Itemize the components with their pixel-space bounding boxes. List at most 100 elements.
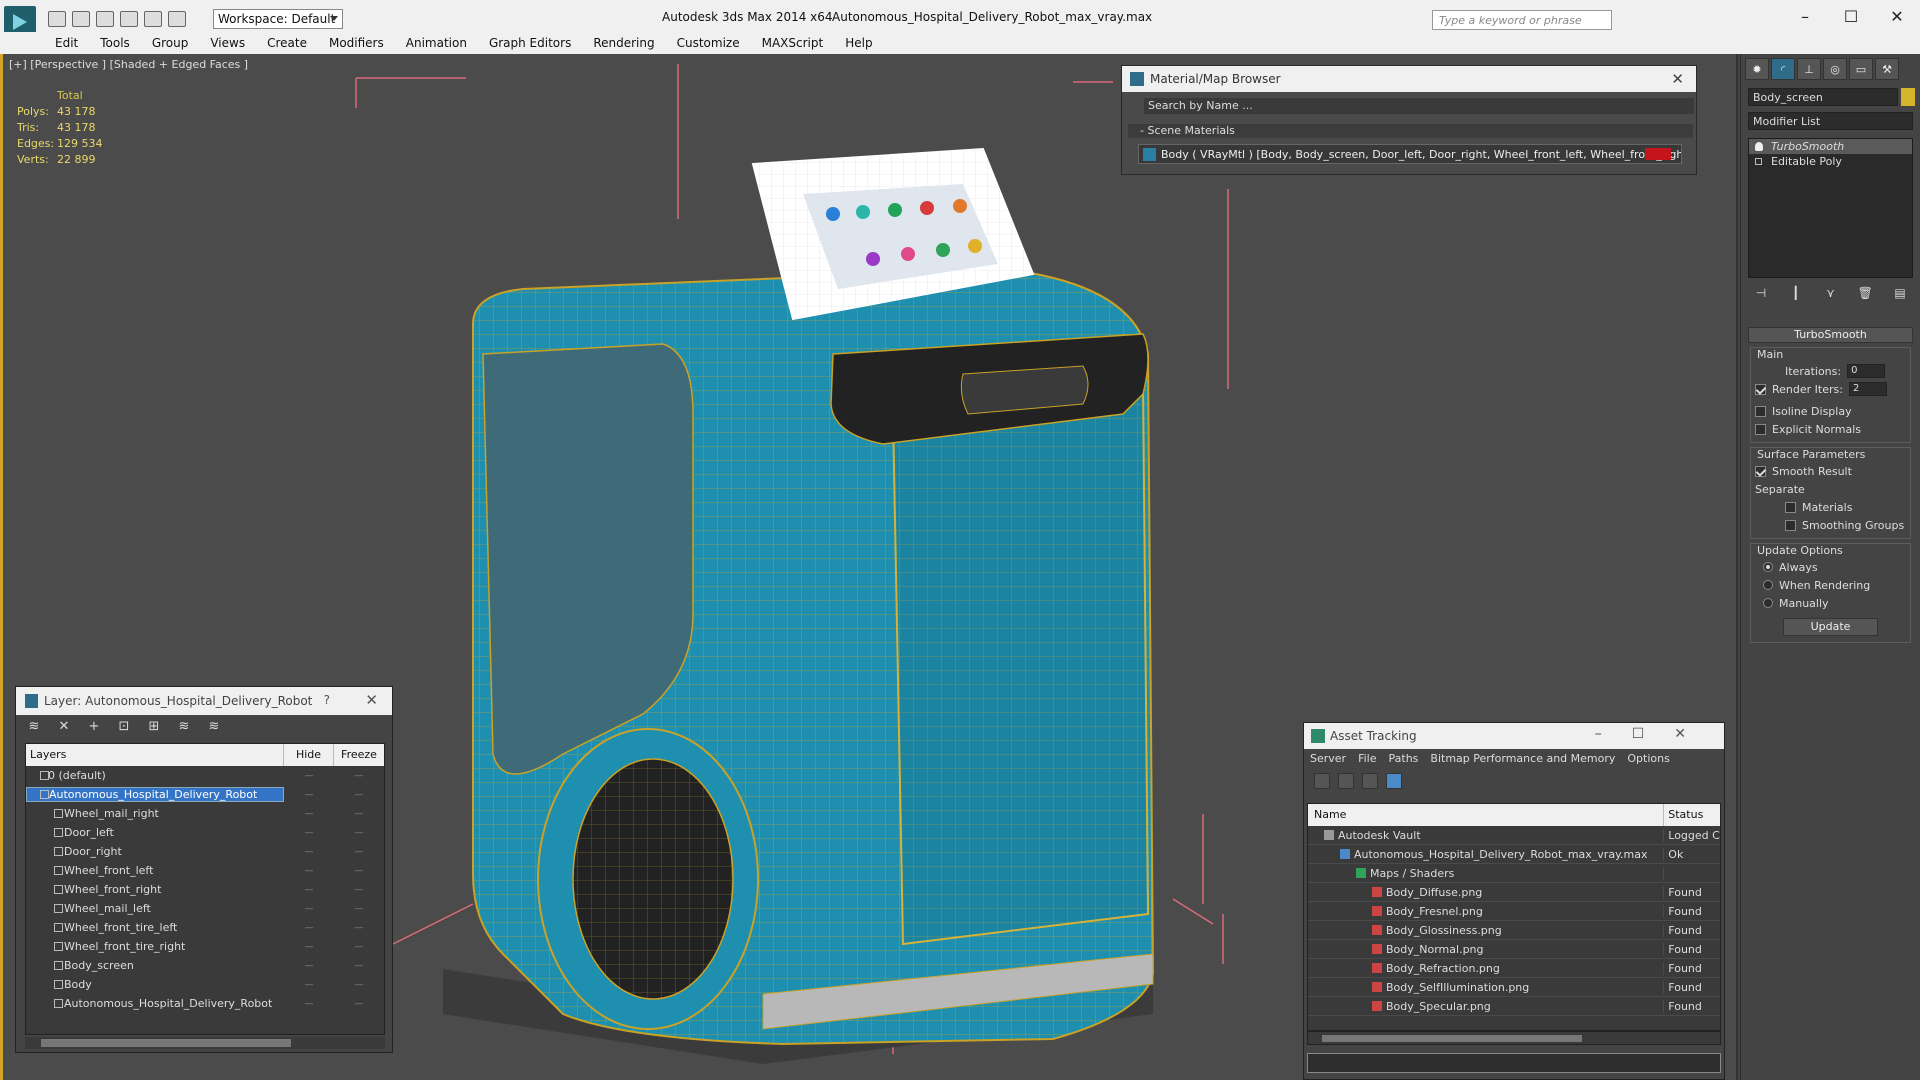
- menu-maxscript[interactable]: MAXScript: [751, 34, 835, 54]
- hide-toggle[interactable]: —: [284, 847, 334, 857]
- redo-icon[interactable]: [144, 11, 162, 27]
- scrollbar-thumb[interactable]: [41, 1039, 291, 1047]
- smooth-result-checkbox[interactable]: [1755, 465, 1766, 477]
- hide-toggle[interactable]: —: [284, 980, 334, 990]
- manually-radio[interactable]: [1763, 598, 1773, 608]
- layer-object-row[interactable]: Wheel_front_tire_left — —: [26, 918, 384, 937]
- object-color-swatch[interactable]: [1901, 88, 1915, 106]
- scrollbar-thumb[interactable]: [1322, 1035, 1582, 1042]
- thumbnail-view-icon[interactable]: [1362, 773, 1378, 789]
- close-icon[interactable]: ✕: [1874, 0, 1920, 32]
- create-tab-icon[interactable]: ✹: [1745, 58, 1769, 80]
- hide-toggle[interactable]: —: [284, 771, 334, 781]
- hide-toggle[interactable]: —: [284, 942, 334, 952]
- workspace-dropdown[interactable]: Workspace: Default: [213, 9, 343, 29]
- menu-file[interactable]: File: [1358, 752, 1376, 766]
- menu-help[interactable]: Help: [834, 34, 883, 54]
- layer-object-row[interactable]: Body_screen — —: [26, 956, 384, 975]
- hide-toggle[interactable]: —: [284, 961, 334, 971]
- hide-toggle[interactable]: —: [284, 790, 334, 800]
- asset-row[interactable]: Autodesk Vault Logged C: [1308, 826, 1720, 845]
- modifier-list-dropdown[interactable]: Modifier List: [1748, 112, 1913, 130]
- when-rendering-radio[interactable]: [1763, 580, 1773, 590]
- freeze-toggle[interactable]: —: [334, 771, 384, 781]
- material-item[interactable]: Body ( VRayMtl ) [Body, Body_screen, Doo…: [1138, 144, 1682, 164]
- expand-icon[interactable]: [1755, 158, 1762, 165]
- search-input[interactable]: Type a keyword or phrase: [1432, 10, 1612, 30]
- close-icon[interactable]: ✕: [1671, 70, 1684, 88]
- layer-object-row[interactable]: Autonomous_Hospital_Delivery_Robot — —: [26, 994, 384, 1013]
- new-layer-icon[interactable]: ≋: [26, 719, 42, 735]
- column-freeze[interactable]: Freeze: [334, 744, 384, 766]
- minimize-icon[interactable]: –: [1782, 0, 1828, 32]
- freeze-toggle[interactable]: —: [334, 809, 384, 819]
- hide-toggle[interactable]: —: [284, 885, 334, 895]
- freeze-toggle[interactable]: —: [334, 847, 384, 857]
- render-iters-spinner[interactable]: 2: [1848, 382, 1887, 396]
- open-file-icon[interactable]: [72, 11, 90, 27]
- layer-object-row[interactable]: Wheel_mail_right — —: [26, 804, 384, 823]
- hide-toggle[interactable]: —: [284, 923, 334, 933]
- motion-tab-icon[interactable]: ◎: [1823, 58, 1847, 80]
- show-end-result-icon[interactable]: ┃: [1787, 286, 1805, 302]
- menu-server[interactable]: Server: [1310, 752, 1346, 766]
- column-name[interactable]: Name: [1308, 804, 1665, 826]
- scene-materials-section[interactable]: - Scene Materials: [1128, 124, 1693, 138]
- list-view-icon[interactable]: [1338, 773, 1354, 789]
- menu-group[interactable]: Group: [141, 34, 200, 54]
- materials-checkbox[interactable]: [1785, 501, 1796, 513]
- menu-modifiers[interactable]: Modifiers: [318, 34, 395, 54]
- freeze-toggle[interactable]: —: [334, 999, 384, 1009]
- hide-toggle[interactable]: —: [284, 828, 334, 838]
- asset-row[interactable]: Body_Diffuse.png Found: [1308, 883, 1720, 902]
- menu-graph-editors[interactable]: Graph Editors: [478, 34, 582, 54]
- select-layer-icon[interactable]: ⊞: [146, 719, 162, 735]
- layer-object-row[interactable]: Door_left — —: [26, 823, 384, 842]
- hide-all-layers-icon[interactable]: ≋: [206, 719, 222, 735]
- menu-bitmap-performance[interactable]: Bitmap Performance and Memory: [1430, 752, 1615, 766]
- update-button[interactable]: Update: [1783, 618, 1878, 636]
- new-file-icon[interactable]: [48, 11, 66, 27]
- hide-toggle[interactable]: —: [284, 866, 334, 876]
- layer-row[interactable]: Autonomous_Hospital_Delivery_Robot — —: [26, 785, 384, 804]
- stack-item-editable-poly[interactable]: Editable Poly: [1749, 154, 1912, 169]
- asset-row[interactable]: Body_SelfIllumination.png Found: [1308, 978, 1720, 997]
- freeze-toggle[interactable]: —: [334, 828, 384, 838]
- table-view-icon[interactable]: [1386, 773, 1402, 789]
- configure-sets-icon[interactable]: ▤: [1891, 286, 1909, 302]
- pin-stack-icon[interactable]: ⊣: [1752, 286, 1770, 302]
- asset-row[interactable]: Body_Refraction.png Found: [1308, 959, 1720, 978]
- hide-toggle[interactable]: —: [284, 809, 334, 819]
- freeze-toggle[interactable]: —: [334, 980, 384, 990]
- menu-create[interactable]: Create: [256, 34, 318, 54]
- layer-object-row[interactable]: Wheel_front_right — —: [26, 880, 384, 899]
- menu-tools[interactable]: Tools: [89, 34, 141, 54]
- horizontal-scrollbar[interactable]: [25, 1037, 385, 1049]
- modify-tab-icon[interactable]: ◜: [1771, 58, 1795, 80]
- asset-row[interactable]: Body_Fresnel.png Found: [1308, 902, 1720, 921]
- menu-views[interactable]: Views: [199, 34, 256, 54]
- dialog-header[interactable]: Material/Map Browser ✕: [1122, 66, 1696, 92]
- freeze-toggle[interactable]: —: [334, 904, 384, 914]
- freeze-toggle[interactable]: —: [334, 885, 384, 895]
- layer-object-row[interactable]: Wheel_front_tire_right — —: [26, 937, 384, 956]
- menu-animation[interactable]: Animation: [395, 34, 478, 54]
- undo-icon[interactable]: [120, 11, 138, 27]
- layer-object-row[interactable]: Wheel_mail_left — —: [26, 899, 384, 918]
- freeze-toggle[interactable]: —: [334, 961, 384, 971]
- menu-customize[interactable]: Customize: [666, 34, 751, 54]
- hide-toggle[interactable]: —: [284, 999, 334, 1009]
- make-unique-icon[interactable]: ⋎: [1822, 286, 1840, 302]
- asset-row[interactable]: Body_Glossiness.png Found: [1308, 921, 1720, 940]
- display-tab-icon[interactable]: ▭: [1849, 58, 1873, 80]
- smoothing-groups-checkbox[interactable]: [1785, 519, 1796, 531]
- horizontal-scrollbar[interactable]: [1307, 1031, 1721, 1045]
- layer-object-row[interactable]: Body — —: [26, 975, 384, 994]
- explicit-normals-checkbox[interactable]: [1755, 423, 1766, 435]
- hide-toggle[interactable]: —: [284, 904, 334, 914]
- isoline-checkbox[interactable]: [1755, 405, 1766, 417]
- always-radio[interactable]: [1763, 562, 1773, 572]
- freeze-toggle[interactable]: —: [334, 923, 384, 933]
- dialog-header[interactable]: Asset Tracking –☐✕: [1304, 723, 1724, 749]
- select-objects-icon[interactable]: ⊡: [116, 719, 132, 735]
